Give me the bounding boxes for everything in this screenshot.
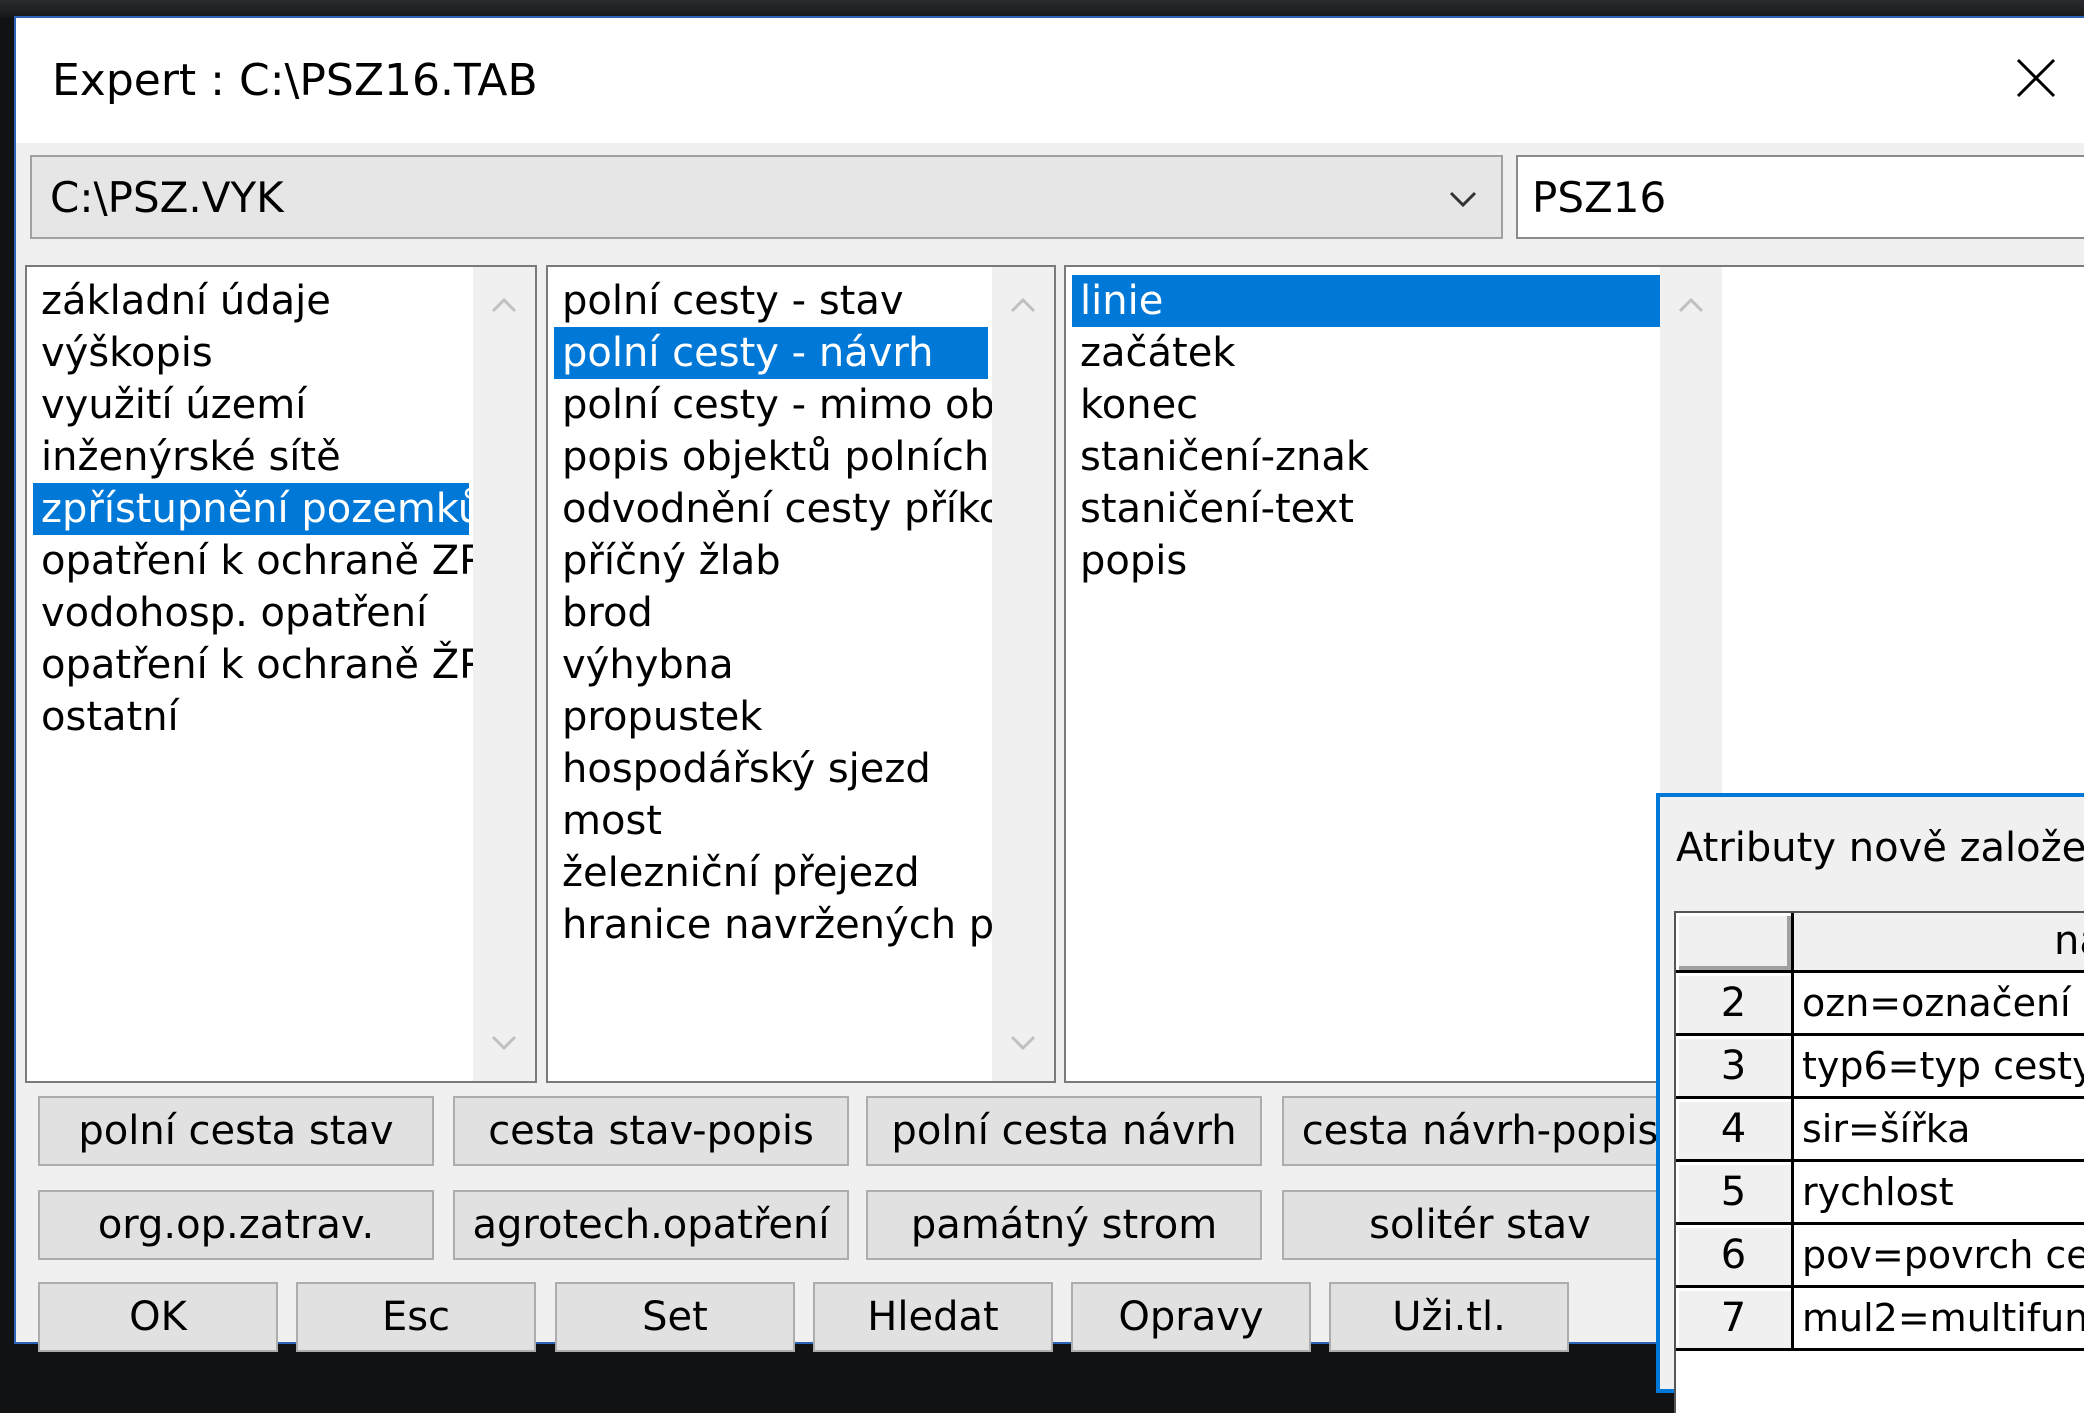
file-combo-value: C:\PSZ.VYK bbox=[50, 173, 284, 222]
category-list-items: základní údaje výškopis využití území inžen… bbox=[33, 275, 506, 743]
list-item[interactable]: začátek bbox=[1072, 327, 1660, 379]
expert-window: Expert : C:\PSZ16.TAB C:\PSZ.VYK základn… bbox=[16, 18, 2084, 1413]
list-item[interactable]: polní cesty - návrh bbox=[554, 327, 988, 379]
name-field[interactable] bbox=[1516, 155, 2084, 239]
grid-corner-header[interactable] bbox=[1676, 913, 1794, 973]
attribute-cell[interactable]: ozn=označení bbox=[1794, 973, 2084, 1036]
attributes-grid: ná 2ozn=označení3typ6=typ cesty4sir=šířk… bbox=[1674, 911, 2084, 1413]
quick-row1-button-3[interactable]: polní cesta návrh bbox=[866, 1096, 1262, 1166]
list-item[interactable]: výhybna bbox=[554, 639, 988, 691]
attribute-cell[interactable]: sir=šířka bbox=[1794, 1099, 2084, 1162]
row-number[interactable]: 4 bbox=[1676, 1099, 1794, 1162]
group-list[interactable]: polní cesty - stav polní cesty - návrh pol… bbox=[546, 265, 1056, 1083]
attributes-dialog-title: Atributy nově založe bbox=[1676, 825, 2084, 871]
group-list-items: polní cesty - stav polní cesty - návrh pol… bbox=[554, 275, 1054, 951]
attribute-cell[interactable]: pov=povrch ces bbox=[1794, 1225, 2084, 1288]
window-title: Expert : C:\PSZ16.TAB bbox=[52, 55, 538, 106]
list-item[interactable]: popis bbox=[1072, 535, 1660, 587]
table-row[interactable]: 3 typ6=typ cesty bbox=[1676, 1036, 2084, 1099]
scroll-up-icon[interactable] bbox=[485, 287, 523, 325]
list-item[interactable]: propustek bbox=[554, 691, 988, 743]
list-item[interactable]: hospodářský sjezd bbox=[554, 743, 988, 795]
list-item[interactable]: vodohosp. opatření bbox=[33, 587, 469, 639]
list-item[interactable]: polní cesty - stav bbox=[554, 275, 988, 327]
list-item[interactable]: polní cesty - mimo obvod bbox=[554, 379, 1054, 431]
list-item[interactable]: ostatní bbox=[33, 691, 469, 743]
list-item[interactable]: linie bbox=[1072, 275, 1660, 327]
table-row[interactable]: 4 sir=šířka bbox=[1676, 1099, 2084, 1162]
attributes-dialog: Atributy nově založe ná 2ozn=označení3ty… bbox=[1656, 793, 2084, 1413]
list-item[interactable]: zpřístupnění pozemků bbox=[33, 483, 483, 535]
list-item[interactable]: hranice navržených parcel bbox=[554, 899, 1054, 951]
list-item[interactable]: staničení-text bbox=[1072, 483, 1660, 535]
scroll-down-icon[interactable] bbox=[1004, 1023, 1042, 1061]
name-input[interactable] bbox=[1532, 171, 2052, 223]
list-item[interactable]: most bbox=[554, 795, 988, 847]
quick-row1-button-1[interactable]: polní cesta stav bbox=[38, 1096, 434, 1166]
list-item[interactable]: inženýrské sítě bbox=[33, 431, 469, 483]
chevron-down-icon[interactable] bbox=[1443, 179, 1483, 219]
file-combo[interactable]: C:\PSZ.VYK bbox=[30, 155, 1503, 239]
list-item[interactable]: základní údaje bbox=[33, 275, 469, 327]
quick-row2-button-1[interactable]: org.op.zatrav. bbox=[38, 1190, 434, 1260]
row-number[interactable]: 6 bbox=[1676, 1225, 1794, 1288]
list-item[interactable]: železniční přejezd bbox=[554, 847, 988, 899]
scroll-up-icon[interactable] bbox=[1004, 287, 1042, 325]
quick-row2-button-4[interactable]: solitér stav bbox=[1282, 1190, 1678, 1260]
category-list[interactable]: základní údaje výškopis využití území inžen… bbox=[25, 265, 537, 1083]
quick-row2-button-2[interactable]: agrotech.opatření bbox=[453, 1190, 849, 1260]
close-icon bbox=[2016, 58, 2056, 98]
close-button[interactable] bbox=[2006, 48, 2066, 108]
scroll-up-icon[interactable] bbox=[1672, 287, 1710, 325]
list-item[interactable]: výškopis bbox=[33, 327, 469, 379]
table-row[interactable]: 5 rychlost bbox=[1676, 1162, 2084, 1225]
list-item[interactable]: brod bbox=[554, 587, 988, 639]
row-number[interactable]: 3 bbox=[1676, 1036, 1794, 1099]
row-number[interactable]: 2 bbox=[1676, 973, 1794, 1036]
table-row[interactable]: 2 ozn=označení bbox=[1676, 973, 2084, 1036]
scroll-down-icon[interactable] bbox=[485, 1023, 523, 1061]
list-item[interactable]: popis objektů polních cest bbox=[554, 431, 1054, 483]
desktop-background bbox=[0, 0, 2084, 18]
list-item[interactable]: konec bbox=[1072, 379, 1660, 431]
list-item[interactable]: opatření k ochraně ZPF bbox=[33, 535, 506, 587]
quick-row2-button-3[interactable]: památný strom bbox=[866, 1190, 1262, 1260]
list-item[interactable]: využití území bbox=[33, 379, 469, 431]
category-list-scrollbar[interactable] bbox=[473, 267, 535, 1081]
list-item[interactable]: opatření k ochraně ŽP bbox=[33, 639, 483, 691]
list-item[interactable]: staničení-znak bbox=[1072, 431, 1660, 483]
element-list-items: linie začátek konec staničení-znak staničení… bbox=[1072, 275, 1660, 587]
list-item[interactable]: odvodnění cesty příkopem bbox=[554, 483, 1054, 535]
row-number[interactable]: 5 bbox=[1676, 1162, 1794, 1225]
grid-name-header[interactable]: ná bbox=[1794, 913, 2084, 973]
quick-row1-button-2[interactable]: cesta stav-popis bbox=[453, 1096, 849, 1166]
list-item[interactable]: příčný žlab bbox=[554, 535, 988, 587]
quick-row1-button-4[interactable]: cesta návrh-popis bbox=[1282, 1096, 1678, 1166]
attribute-cell[interactable]: rychlost bbox=[1794, 1162, 2084, 1225]
group-list-scrollbar[interactable] bbox=[992, 267, 1054, 1081]
title-bar: Expert : C:\PSZ16.TAB bbox=[16, 18, 2084, 143]
table-row[interactable]: 6 pov=povrch ces bbox=[1676, 1225, 2084, 1288]
attribute-cell[interactable]: typ6=typ cesty bbox=[1794, 1036, 2084, 1099]
